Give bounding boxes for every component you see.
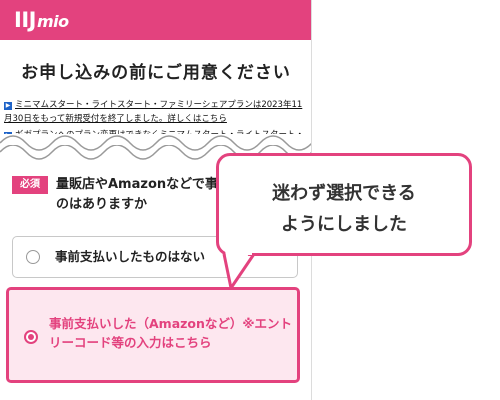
option-label: 事前支払いしたものはない <box>55 249 206 264</box>
radio-selected-icon[interactable] <box>24 330 38 344</box>
callout-tail <box>222 244 256 290</box>
iijmio-logo[interactable]: IIJmio <box>14 7 69 32</box>
site-header: IIJmio <box>0 0 311 40</box>
notice-link-plan-end[interactable]: ▶ ミニマムスタート・ライトスタート・ファミリーシェアプランは2023年11月30… <box>4 98 308 126</box>
notice-text: ミニマムスタート・ライトスタート・ファミリーシェアプランは2023年11月30日… <box>4 100 303 124</box>
option-label: 事前支払いした（Amazonなど）※エントリーコード等の入力はこちら <box>49 316 293 350</box>
page-title: お申し込みの前にご用意ください <box>21 63 291 83</box>
required-badge: 必須 <box>12 176 48 194</box>
callout-text: 迷わず選択できる ようにしました <box>219 178 469 240</box>
callout-line-2: ようにしました <box>281 214 407 235</box>
arrow-right-icon: ▶ <box>4 102 12 110</box>
callout-line-1: 迷わず選択できる <box>272 183 416 204</box>
radio-unselected-icon[interactable] <box>26 250 40 264</box>
logo-sub-text: mio <box>36 11 69 31</box>
callout-bubble: 迷わず選択できる ようにしました <box>216 153 472 256</box>
logo-main-text: IIJ <box>14 7 36 32</box>
option-prepaid[interactable]: 事前支払いした（Amazonなど）※エントリーコード等の入力はこちら <box>6 287 300 383</box>
